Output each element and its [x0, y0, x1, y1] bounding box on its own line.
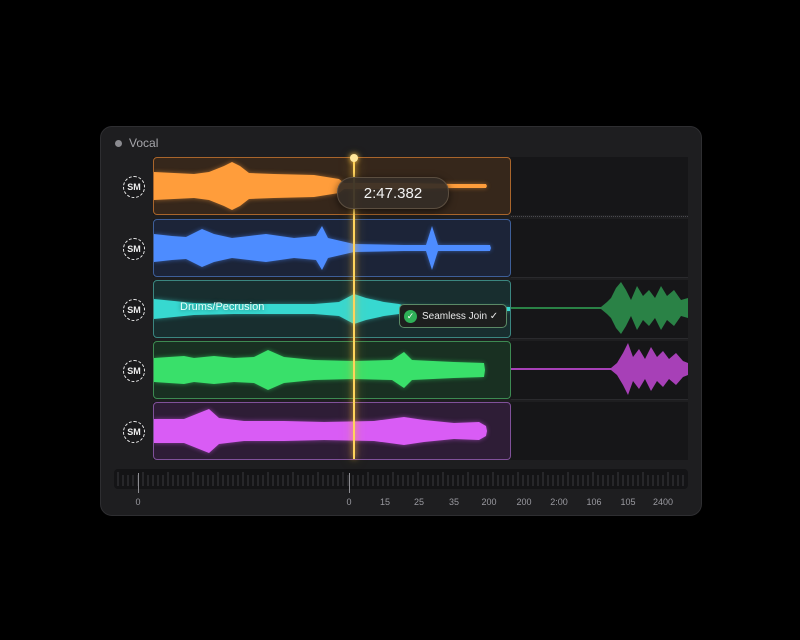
ruler-label: 15	[379, 497, 391, 507]
seamless-join-button[interactable]: ✓ Seamless Join ✓	[399, 304, 508, 328]
waveform-blue	[154, 226, 491, 270]
badge-text: SM	[127, 366, 141, 376]
ruler-label: 0	[135, 497, 141, 507]
panel-title: Vocal	[129, 136, 159, 150]
ruler-label: 25	[413, 497, 425, 507]
solo-mute-button-green[interactable]: SM	[123, 360, 145, 382]
badge-text: SM	[127, 305, 141, 315]
clip-orange[interactable]	[153, 157, 511, 215]
waveform-extension-purple	[511, 341, 688, 397]
lane-divider	[511, 399, 688, 400]
waveform-ext-shape	[511, 282, 688, 334]
solo-mute-button-orange[interactable]: SM	[123, 176, 145, 198]
lane-divider	[511, 277, 688, 278]
ruler-label: 2:00	[550, 497, 568, 507]
ruler-start-marker	[138, 473, 139, 493]
ruler-label: 0	[346, 497, 352, 507]
ruler-label: 35	[448, 497, 460, 507]
solo-mute-button-purple[interactable]: SM	[123, 421, 145, 443]
waveform-extension-teal	[511, 280, 688, 336]
ruler-label: 200	[516, 497, 532, 507]
timeline-ruler[interactable]	[114, 469, 688, 489]
editor-panel: Vocal SM SM SM SM SM Drums/Pecrusion 0 0 1…	[100, 126, 702, 516]
playhead-handle[interactable]	[350, 154, 358, 162]
lane-divider	[511, 338, 688, 339]
solo-mute-button-blue[interactable]: SM	[123, 238, 145, 260]
badge-text: SM	[127, 244, 141, 254]
clip-blue[interactable]	[153, 219, 511, 277]
solo-mute-button-teal[interactable]: SM	[123, 299, 145, 321]
clip-purple[interactable]	[153, 402, 511, 460]
badge-text: SM	[127, 182, 141, 192]
playhead-time: 2:47.382	[337, 177, 449, 209]
waveform-orange	[154, 162, 487, 210]
ruler-playhead-marker	[349, 473, 350, 493]
ruler-label: 200	[481, 497, 497, 507]
ruler-label: 105	[620, 497, 636, 507]
waveform-ext-shape	[511, 343, 688, 395]
panel-header: Vocal	[115, 136, 158, 150]
check-icon: ✓	[404, 309, 417, 323]
ruler-ticks	[117, 472, 684, 486]
clip-label: Drums/Pecrusion	[180, 301, 265, 313]
seamless-join-label: Seamless Join ✓	[422, 310, 499, 322]
waveform-purple	[154, 409, 487, 453]
waveform-green	[154, 350, 485, 390]
ruler-label: 106	[586, 497, 602, 507]
lane-divider	[511, 216, 688, 217]
ruler-label: 2400	[652, 497, 674, 507]
status-dot	[115, 139, 122, 147]
badge-text: SM	[127, 427, 141, 437]
clip-green[interactable]	[153, 341, 511, 399]
